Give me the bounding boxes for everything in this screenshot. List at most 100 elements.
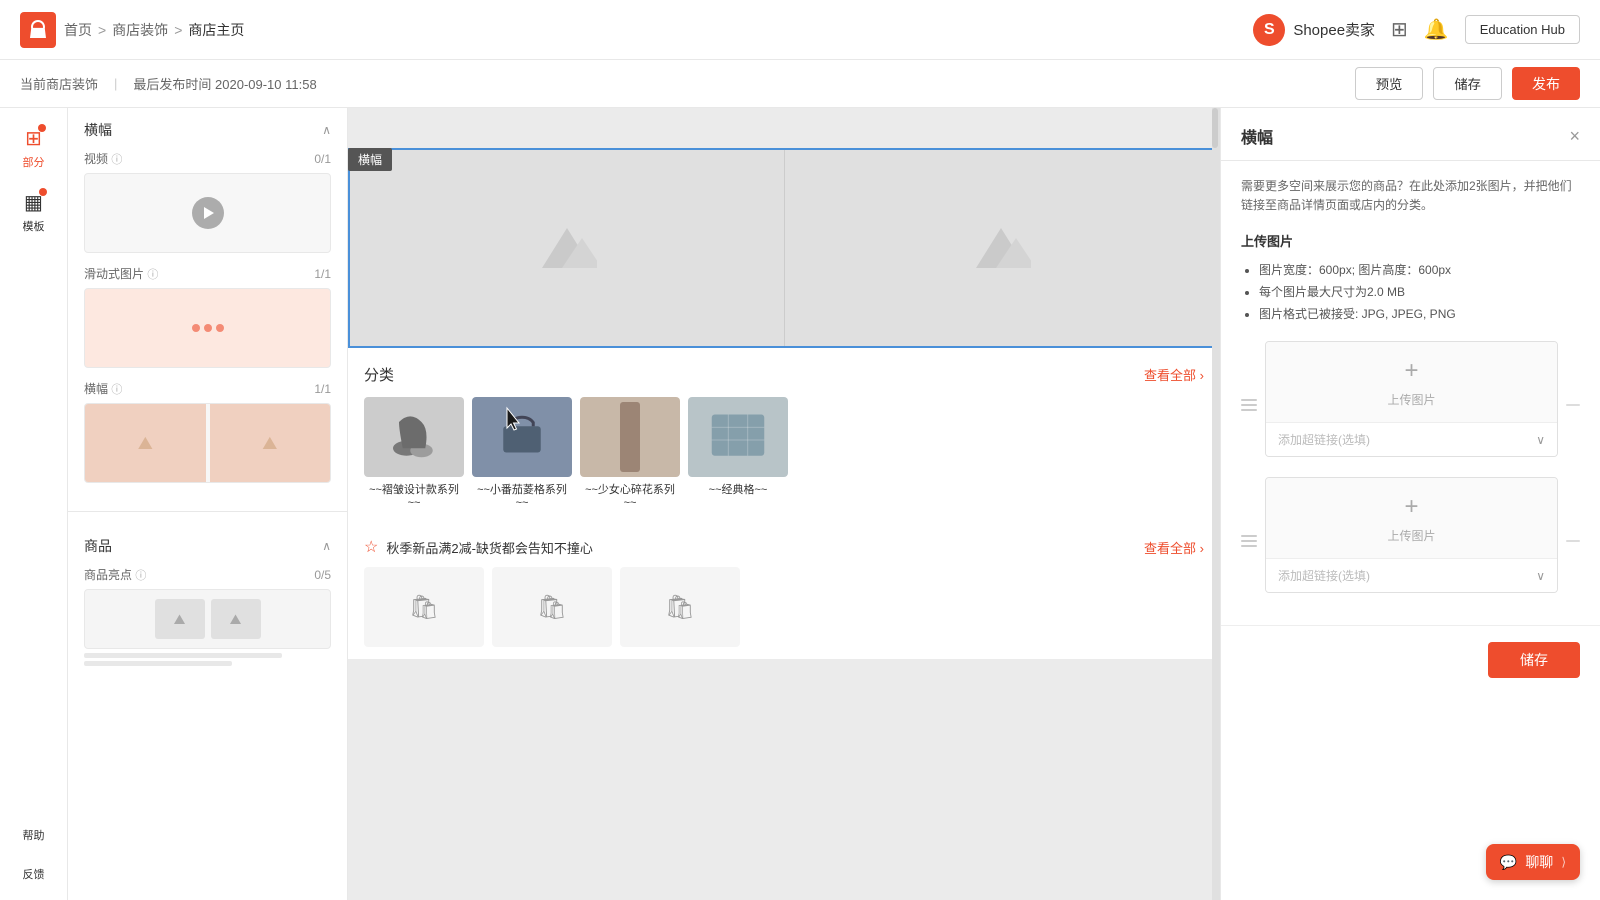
component-banner: 横幅 ⓘ 1/1 ⛰ ⛰ [84, 380, 331, 483]
sort-handle-1[interactable] [1241, 399, 1257, 411]
slideshow-thumb[interactable] [84, 288, 331, 368]
seller-logo-icon: S [1253, 14, 1285, 46]
panel-divider [68, 511, 347, 512]
sub-navigation: 当前商店装饰 | 最后发布时间 2020-09-10 11:58 预览 储存 发… [0, 60, 1600, 108]
sidebar-item-help[interactable]: 帮助 [4, 816, 64, 851]
mountain-left-icon: ⛰ [138, 433, 153, 454]
promo-item-3[interactable]: 🛍 [620, 567, 740, 647]
products-section-title: 商品 [84, 536, 112, 556]
right-panel-footer: 储存 [1221, 625, 1600, 694]
upload-link-arrow-2[interactable]: ∨ [1536, 569, 1545, 583]
products-section-header[interactable]: 商品 ∧ [84, 536, 331, 556]
sort-handle-right-2[interactable] [1566, 540, 1580, 542]
right-panel-body: 需要更多空间来展示您的商品？在此处添加2张图片，并把他们链接至商品详情页面或店内… [1221, 161, 1600, 625]
category-item-4[interactable]: ~~经典格~~ [688, 397, 788, 509]
cat-label-1: ~~褶皱设计款系列~~ [364, 481, 464, 509]
promo-star-icon: ☆ [364, 537, 378, 557]
sidebar-item-feedback[interactable]: 反馈 [4, 855, 64, 890]
upload-link-row-1: 添加超链接(选填) ∨ [1266, 422, 1557, 456]
sidebar-sections-label: 部分 [23, 154, 45, 170]
sort-handle-2[interactable] [1241, 535, 1257, 547]
highlights-label: 商品亮点 ⓘ 0/5 [84, 566, 331, 583]
education-hub-button[interactable]: Education Hub [1465, 15, 1580, 44]
mountain-right-icon: ⛰ [262, 433, 277, 454]
upload-plus-icon-2: + [1404, 493, 1418, 521]
dot3 [216, 324, 224, 332]
banner-slot-right[interactable] [784, 150, 1219, 346]
category-item-1[interactable]: ~~褶皱设计款系列~~ [364, 397, 464, 509]
save-button[interactable]: 储存 [1433, 67, 1502, 100]
grid-icon[interactable]: ⊞ [1391, 17, 1408, 42]
breadcrumb-home[interactable]: 首页 [64, 20, 92, 40]
breadcrumb-middle[interactable]: 商店装饰 [112, 20, 168, 40]
preview-button[interactable]: 预览 [1355, 67, 1424, 100]
highlights-thumb[interactable]: ⛰ ⛰ [84, 589, 331, 649]
promo-item-2[interactable]: 🛍 [492, 567, 612, 647]
upload-rules-list: 图片宽度：600px; 图片高度：600px 每个图片最大尺寸为2.0 MB 图… [1241, 260, 1580, 325]
canvas-banner-label: 横幅 [348, 148, 392, 171]
breadcrumb-current: 商店主页 [188, 20, 244, 40]
bell-icon[interactable]: 🔔 [1424, 17, 1449, 42]
canvas-banner-section[interactable] [348, 148, 1220, 348]
slideshow-dots [192, 324, 224, 332]
chat-button[interactable]: 💬 聊聊 ⟩ [1486, 844, 1580, 880]
shopee-logo [20, 12, 56, 48]
right-panel-header: 横幅 × [1221, 108, 1600, 161]
upload-rule-3: 图片格式已被接受: JPG, JPEG, PNG [1259, 304, 1580, 326]
play-button-icon [192, 197, 224, 229]
sections-icon: ⊞ [25, 126, 42, 151]
banner-chevron-icon: ∧ [322, 123, 331, 137]
publish-button[interactable]: 发布 [1512, 67, 1580, 100]
canvas-inner: 横幅 [348, 118, 1220, 890]
subnav-divider: | [114, 76, 117, 91]
feedback-label: 反馈 [23, 866, 45, 882]
close-right-panel-button[interactable]: × [1569, 126, 1580, 147]
banner-thumb[interactable]: ⛰ ⛰ [84, 403, 331, 483]
upload-card-1-sort-row: + 上传图片 添加超链接(选填) ∨ [1241, 341, 1580, 469]
banner-section-header[interactable]: 横幅 ∧ [84, 120, 331, 140]
nav-left: 首页 > 商店装饰 > 商店主页 [20, 12, 244, 48]
templates-icon: ▦ [24, 190, 43, 215]
breadcrumb-sep1: > [98, 22, 106, 38]
view-all-button[interactable]: 查看全部 › [1144, 365, 1204, 384]
cat-img-2-icon [492, 410, 552, 465]
canvas-promo-wrapper: 促销商品 ☆ 秋季新品满2减-缺货都会告知不撞心 查看全部 › 🛍 🛍 [348, 525, 1220, 659]
upload-link-arrow-1[interactable]: ∨ [1536, 433, 1545, 447]
cat-label-4: ~~经典格~~ [688, 481, 788, 497]
upload-text-1: 上传图片 [1387, 391, 1435, 408]
scrollbar-track [1212, 108, 1220, 900]
sidebar-item-templates[interactable]: ▦ 模板 [4, 182, 64, 242]
category-item-2[interactable]: ~~小番茄菱格系列~~ [472, 397, 572, 509]
promo-item-1[interactable]: 🛍 [364, 567, 484, 647]
cat-img-1-icon [384, 407, 444, 467]
chat-icon: 💬 [1500, 854, 1517, 871]
banner-slot-left[interactable] [350, 150, 784, 346]
chat-expand-icon: ⟩ [1561, 855, 1566, 869]
right-panel-save-button[interactable]: 储存 [1488, 642, 1580, 678]
video-thumb[interactable] [84, 173, 331, 253]
promo-bag-icon-1: 🛍 [409, 593, 439, 622]
upload-rule-1: 图片宽度：600px; 图片高度：600px [1259, 260, 1580, 282]
category-item-3[interactable]: ~~少女心碎花系列~~ [580, 397, 680, 509]
upload-rule-2: 每个图片最大尺寸为2.0 MB [1259, 282, 1580, 304]
canvas-banner-wrapper: 横幅 [348, 148, 1220, 348]
top-navigation: 首页 > 商店装饰 > 商店主页 S Shopee卖家 ⊞ 🔔 Educatio… [0, 0, 1600, 60]
promo-bag-icon-2: 🛍 [537, 593, 567, 622]
category-header: 分类 查看全部 › [364, 364, 1204, 385]
sort-handle-right-1[interactable] [1566, 404, 1580, 406]
chat-label: 聊聊 [1525, 852, 1553, 872]
scrollbar-thumb[interactable] [1212, 108, 1218, 148]
promo-bag-icon-3: 🛍 [665, 593, 695, 622]
upload-area-2[interactable]: + 上传图片 [1266, 478, 1557, 558]
slideshow-text: 滑动式图片 ⓘ [84, 265, 158, 282]
cat-img-3 [580, 397, 680, 477]
highlight-thumb2: ⛰ [211, 599, 261, 639]
sidebar-item-sections[interactable]: ⊞ 部分 [4, 118, 64, 178]
promo-view-all[interactable]: 查看全部 › [1144, 538, 1204, 557]
highlights-text-lines [84, 653, 331, 666]
seller-name: Shopee卖家 [1293, 19, 1375, 40]
banner-label-row: 横幅 ⓘ 1/1 [84, 380, 331, 397]
templates-red-dot [39, 188, 47, 196]
upload-area-1[interactable]: + 上传图片 [1266, 342, 1557, 422]
panel-section-banner: 横幅 ∧ 视频 ⓘ 0/1 滑动式图片 ⓘ 1/1 [68, 108, 347, 507]
